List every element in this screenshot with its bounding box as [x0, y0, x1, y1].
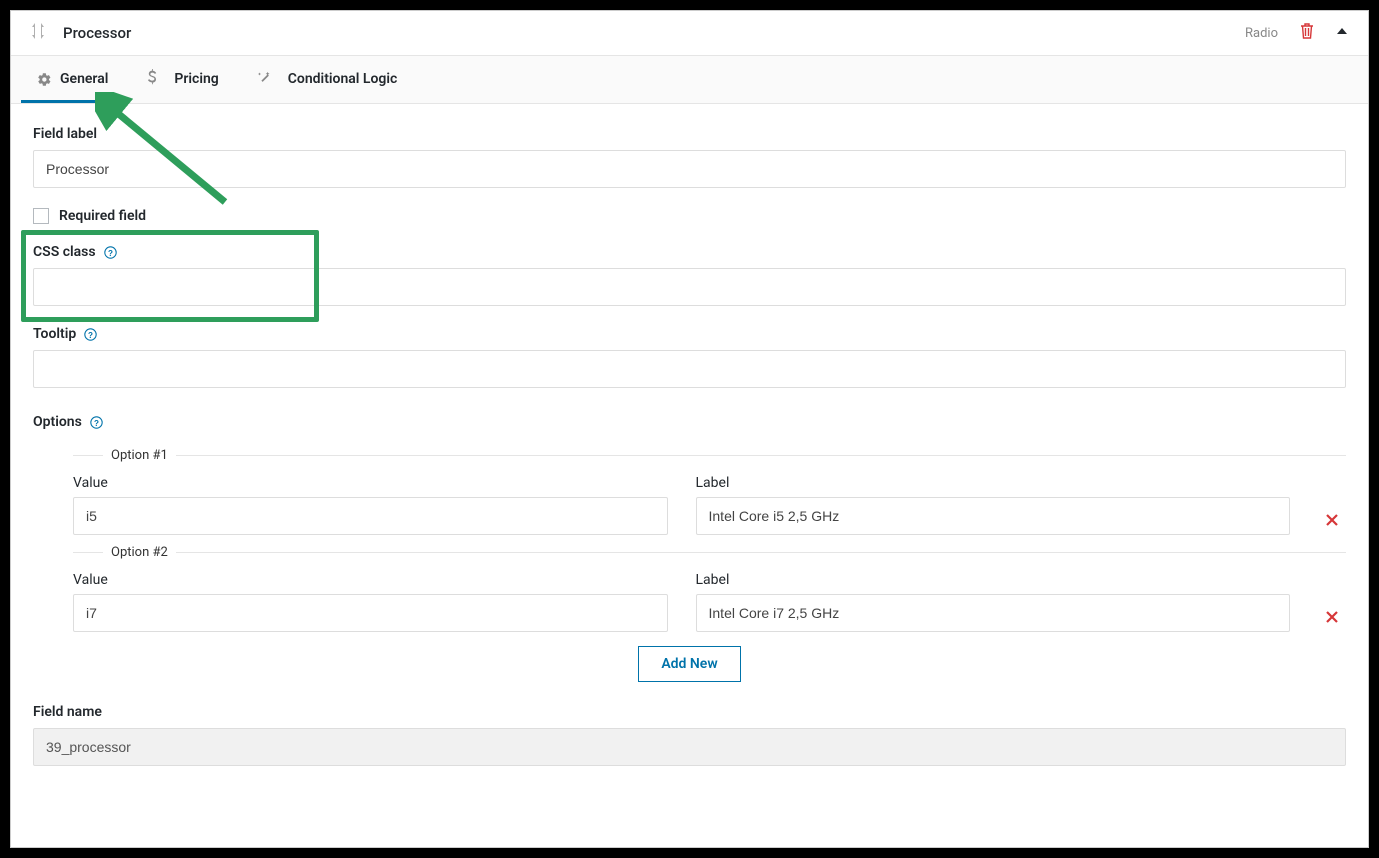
- collapse-toggle[interactable]: [1336, 25, 1348, 41]
- css-class-row: CSS class ?: [33, 244, 1346, 306]
- svg-text:?: ?: [108, 248, 113, 257]
- panel-body: Field label Required field CSS class ? T…: [11, 104, 1368, 782]
- svg-text:?: ?: [94, 418, 99, 427]
- option-value-input[interactable]: [73, 497, 668, 535]
- option-label-label: Label: [696, 572, 1291, 588]
- field-name-row: Field name: [33, 704, 1346, 766]
- remove-option-button[interactable]: [1318, 513, 1346, 535]
- tooltip-row: Tooltip ?: [33, 326, 1346, 388]
- tab-pricing-label: Pricing: [174, 71, 218, 87]
- option-label-input[interactable]: [696, 594, 1291, 632]
- option-value-input[interactable]: [73, 594, 668, 632]
- tab-general[interactable]: General: [21, 56, 124, 103]
- option-label-label: Label: [696, 475, 1291, 491]
- field-name-caption: Field name: [33, 704, 1346, 720]
- tooltip-input[interactable]: [33, 350, 1346, 388]
- tab-pricing[interactable]: Pricing: [130, 56, 234, 103]
- option-title: Option #1: [103, 448, 176, 463]
- field-label-caption: Field label: [33, 126, 1346, 142]
- option-block: Option #2 Value Label: [73, 545, 1346, 632]
- svg-text:?: ?: [88, 330, 93, 339]
- field-config-panel: Processor Radio General Pricing Conditio…: [10, 10, 1369, 848]
- add-new-button[interactable]: Add New: [638, 646, 740, 682]
- field-name-input: [33, 728, 1346, 766]
- options-caption: Options: [33, 414, 82, 430]
- delete-button[interactable]: [1300, 23, 1314, 43]
- required-label: Required field: [59, 208, 146, 224]
- options-section: Options ? Option #1 Value: [33, 414, 1346, 682]
- field-header: Processor Radio: [11, 11, 1368, 55]
- wand-icon: [257, 70, 280, 89]
- remove-option-button[interactable]: [1318, 610, 1346, 632]
- dollar-icon: [146, 69, 166, 89]
- option-block: Option #1 Value Label: [73, 448, 1346, 535]
- required-checkbox[interactable]: [33, 208, 49, 224]
- option-label-input[interactable]: [696, 497, 1291, 535]
- help-icon[interactable]: ?: [84, 328, 97, 341]
- required-row: Required field: [33, 208, 1346, 224]
- help-icon[interactable]: ?: [104, 246, 117, 259]
- field-type-label: Radio: [1245, 26, 1278, 41]
- css-class-input[interactable]: [33, 268, 1346, 306]
- tabs: General Pricing Conditional Logic: [11, 55, 1368, 104]
- option-value-label: Value: [73, 572, 668, 588]
- field-label-input[interactable]: [33, 150, 1346, 188]
- tooltip-caption: Tooltip: [33, 326, 76, 342]
- field-label-row: Field label: [33, 126, 1346, 188]
- option-value-label: Value: [73, 475, 668, 491]
- field-title: Processor: [63, 24, 1245, 42]
- sort-handle-icon[interactable]: [31, 23, 45, 43]
- tab-conditional-label: Conditional Logic: [288, 71, 398, 87]
- tab-conditional-logic[interactable]: Conditional Logic: [241, 56, 414, 103]
- help-icon[interactable]: ?: [90, 416, 103, 429]
- tab-general-label: General: [60, 71, 108, 87]
- css-class-caption: CSS class: [33, 244, 96, 260]
- option-title: Option #2: [103, 545, 176, 560]
